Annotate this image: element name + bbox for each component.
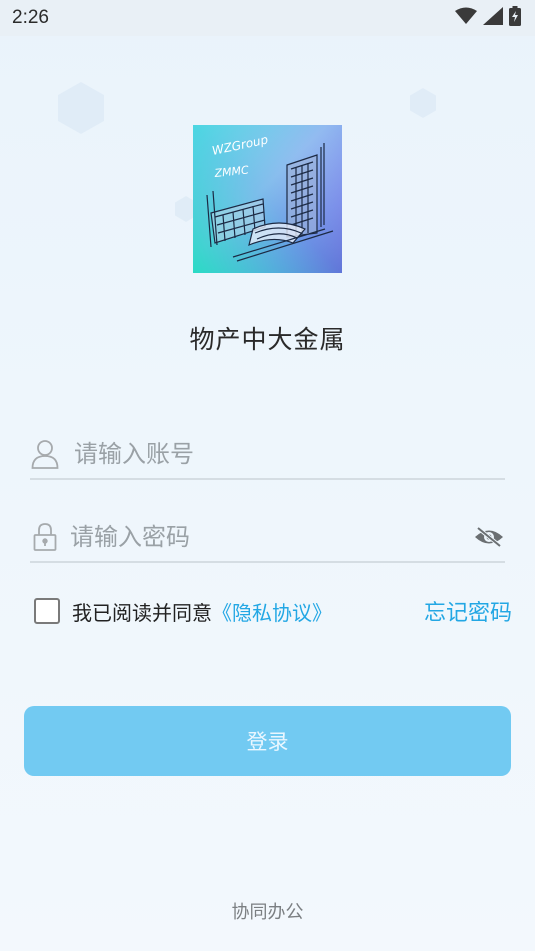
user-icon xyxy=(30,437,60,471)
login-button[interactable]: 登录 xyxy=(24,706,511,776)
status-icons xyxy=(455,6,521,30)
app-logo: WZGroup ZMMC xyxy=(193,125,342,273)
eye-off-icon[interactable] xyxy=(473,525,505,549)
password-field-row xyxy=(30,513,505,563)
agreement-checkbox[interactable] xyxy=(34,598,60,624)
signal-icon xyxy=(483,7,503,29)
app-name: 物产中大金属 xyxy=(189,325,346,354)
battery-charging-icon xyxy=(509,6,521,30)
wifi-icon xyxy=(455,7,477,29)
lock-icon xyxy=(30,520,60,554)
footer-text: 协同办公 xyxy=(231,902,304,923)
decorative-hexagon-icon xyxy=(410,88,436,118)
agreement-row: 我已阅读并同意 《隐私协议》 忘记密码 xyxy=(34,596,512,626)
status-bar: 2:26 xyxy=(0,0,535,36)
status-time: 2:26 xyxy=(12,7,49,28)
agreement-text: 我已阅读并同意 xyxy=(72,600,212,625)
password-input[interactable] xyxy=(70,523,473,551)
username-input[interactable] xyxy=(74,440,505,468)
username-field-row xyxy=(30,430,505,480)
decorative-hexagon-icon xyxy=(58,82,104,134)
forgot-password-link[interactable]: 忘记密码 xyxy=(424,595,512,627)
privacy-policy-link[interactable]: 《隐私协议》 xyxy=(212,597,332,626)
